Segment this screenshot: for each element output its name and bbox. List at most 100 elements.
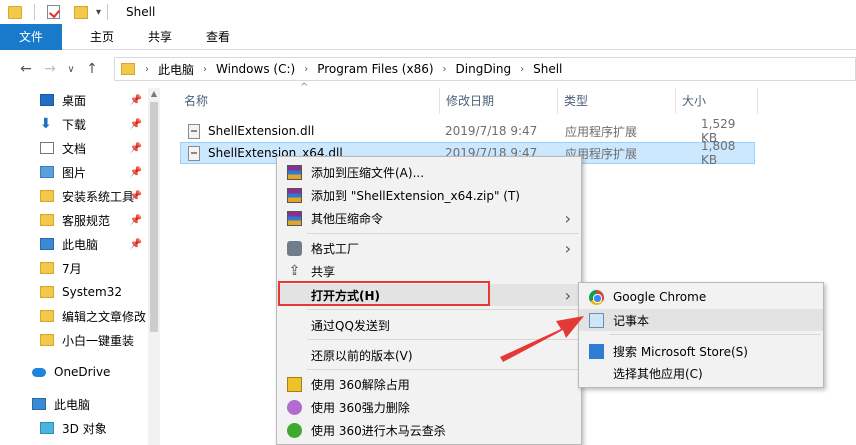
up-arrow-icon[interactable]: ↑ [80,61,104,77]
menu-item-label: 使用 360进行木马云查杀 [311,423,446,438]
highlight-box [278,281,490,306]
menu-item-add-to-zip[interactable]: 添加到 "ShellExtension_x64.zip" (T) [277,184,581,206]
3d-objects-icon [40,422,54,434]
nav-item-label: 此电脑 [54,397,91,412]
menu-item-restore-versions[interactable]: 还原以前的版本(V) [277,344,581,366]
menu-item-label: 通过QQ发送到 [311,318,390,333]
new-folder-icon[interactable] [74,5,88,19]
menu-item-add-to-archive[interactable]: 添加到压缩文件(A)... [277,161,581,183]
folder-icon [40,214,54,226]
nav-item-xiaobai[interactable]: 小白一键重装 [0,328,150,352]
desktop-icon [40,94,54,106]
nav-item-service-rules[interactable]: 客服规范 📌 [0,208,150,232]
column-header-type[interactable]: 类型 [558,88,676,114]
nav-item-label: 客服规范 [62,213,111,228]
breadcrumb-shell[interactable]: Shell [533,62,562,76]
nav-item-documents[interactable]: 文档 📌 [0,136,150,160]
pin-icon: 📌 [129,94,142,106]
nav-item-onedrive[interactable]: OneDrive [0,360,150,384]
submenu-item-chrome[interactable]: Google Chrome [579,286,823,308]
back-arrow-icon[interactable]: ← [14,61,38,77]
nav-item-label: 文档 [62,141,87,156]
menu-item-360-scan[interactable]: 使用 360进行木马云查杀 [277,419,581,441]
properties-icon[interactable] [47,5,60,19]
nav-item-july[interactable]: 7月 [0,256,150,280]
breadcrumb-program-files[interactable]: Program Files (x86) [317,62,433,76]
folder-icon [40,334,54,346]
nav-item-label: 7月 [62,261,82,276]
tab-home[interactable]: 主页 [76,24,128,50]
menu-item-share[interactable]: ⇪ 共享 [277,260,581,282]
file-size: 1,808 KB [701,139,736,167]
forward-arrow-icon[interactable]: → [38,61,62,77]
recent-locations-icon[interactable]: ∨ [62,64,80,75]
nav-item-downloads[interactable]: ⬇ 下载 📌 [0,112,150,136]
chevron-right-icon[interactable]: › [304,64,308,75]
nav-item-this-pc-quick[interactable]: 此电脑 📌 [0,232,150,256]
submenu-item-notepad[interactable]: 记事本 [579,309,823,331]
nav-item-install-tools[interactable]: 安装系统工具 📌 [0,184,150,208]
breadcrumb-this-pc[interactable]: 此电脑 [158,61,194,78]
pin-icon: 📌 [129,118,142,130]
pin-icon: 📌 [129,166,142,178]
nav-item-label: 小白一键重装 [62,333,135,348]
format-factory-icon [287,240,302,256]
chevron-right-icon[interactable]: › [443,64,447,75]
breadcrumb-dingding[interactable]: DingDing [456,62,512,76]
menu-separator [307,369,579,370]
chevron-right-icon[interactable]: › [145,64,149,75]
customize-toolbar-icon[interactable]: ▾ [96,7,101,18]
title-bar: ▾ Shell [0,0,856,24]
winrar-icon [287,164,302,180]
360-delete-icon [287,399,302,415]
column-header-size[interactable]: 大小 [676,88,758,114]
360-scan-icon [287,422,302,438]
menu-item-format-factory[interactable]: 格式工厂 › [277,237,581,259]
nav-item-label: 桌面 [62,93,87,108]
file-row[interactable]: ShellExtension.dll 2019/7/18 9:47 应用程序扩展… [180,117,755,145]
nav-item-3d-objects[interactable]: 3D 对象 [0,416,150,440]
pin-icon: 📌 [129,214,142,226]
onedrive-icon [32,367,46,377]
scrollbar-thumb[interactable] [150,102,158,332]
chevron-right-icon[interactable]: › [520,64,524,75]
breadcrumb-c-drive[interactable]: Windows (C:) [216,62,295,76]
menu-item-send-qq[interactable]: 通过QQ发送到 [277,314,581,336]
tab-view[interactable]: 查看 [192,24,244,50]
submenu-item-choose-app[interactable]: 选择其他应用(C) [579,362,823,384]
nav-item-desktop[interactable]: 桌面 📌 [0,88,150,112]
menu-item-label: 使用 360强力删除 [311,400,410,415]
menu-item-label: 还原以前的版本(V) [311,348,413,363]
column-header-name[interactable]: 名称 [178,88,440,114]
file-type: 应用程序扩展 [565,124,638,139]
nav-item-pictures[interactable]: 图片 📌 [0,160,150,184]
tab-share[interactable]: 共享 [134,24,186,50]
menu-item-360-unlock[interactable]: 使用 360解除占用 [277,373,581,395]
nav-item-article-edit[interactable]: 编辑之文章修改 [0,304,150,328]
menu-item-label: 使用 360解除占用 [311,377,410,392]
menu-item-360-delete[interactable]: 使用 360强力删除 [277,396,581,418]
winrar-icon [287,187,302,203]
menu-item-other-compress[interactable]: 其他压缩命令 › [277,207,581,229]
menu-item-label: 共享 [311,264,336,279]
submenu-item-store[interactable]: 搜索 Microsoft Store(S) [579,340,823,362]
pc-icon [40,238,54,250]
file-date: 2019/7/18 9:47 [445,124,538,138]
column-header-date[interactable]: 修改日期 [440,88,558,114]
tab-file[interactable]: 文件 [0,24,62,50]
chevron-right-icon: › [564,208,571,228]
document-icon [40,142,54,154]
nav-item-this-pc[interactable]: 此电脑 [0,392,150,416]
divider [107,4,109,20]
menu-item-label: 添加到压缩文件(A)... [311,165,425,180]
navigation-bar: ← → ∨ ↑ › 此电脑 › Windows (C:) › Program F… [0,54,856,84]
notepad-icon [589,312,604,328]
nav-scrollbar[interactable]: ▲ [148,88,160,445]
folder-icon [8,5,22,19]
chrome-icon [589,289,604,305]
address-bar[interactable]: › 此电脑 › Windows (C:) › Program Files (x8… [114,57,856,81]
chevron-right-icon[interactable]: › [203,64,207,75]
store-icon [589,343,604,359]
scroll-up-icon[interactable]: ▲ [148,88,160,100]
nav-item-system32[interactable]: System32 [0,280,150,304]
